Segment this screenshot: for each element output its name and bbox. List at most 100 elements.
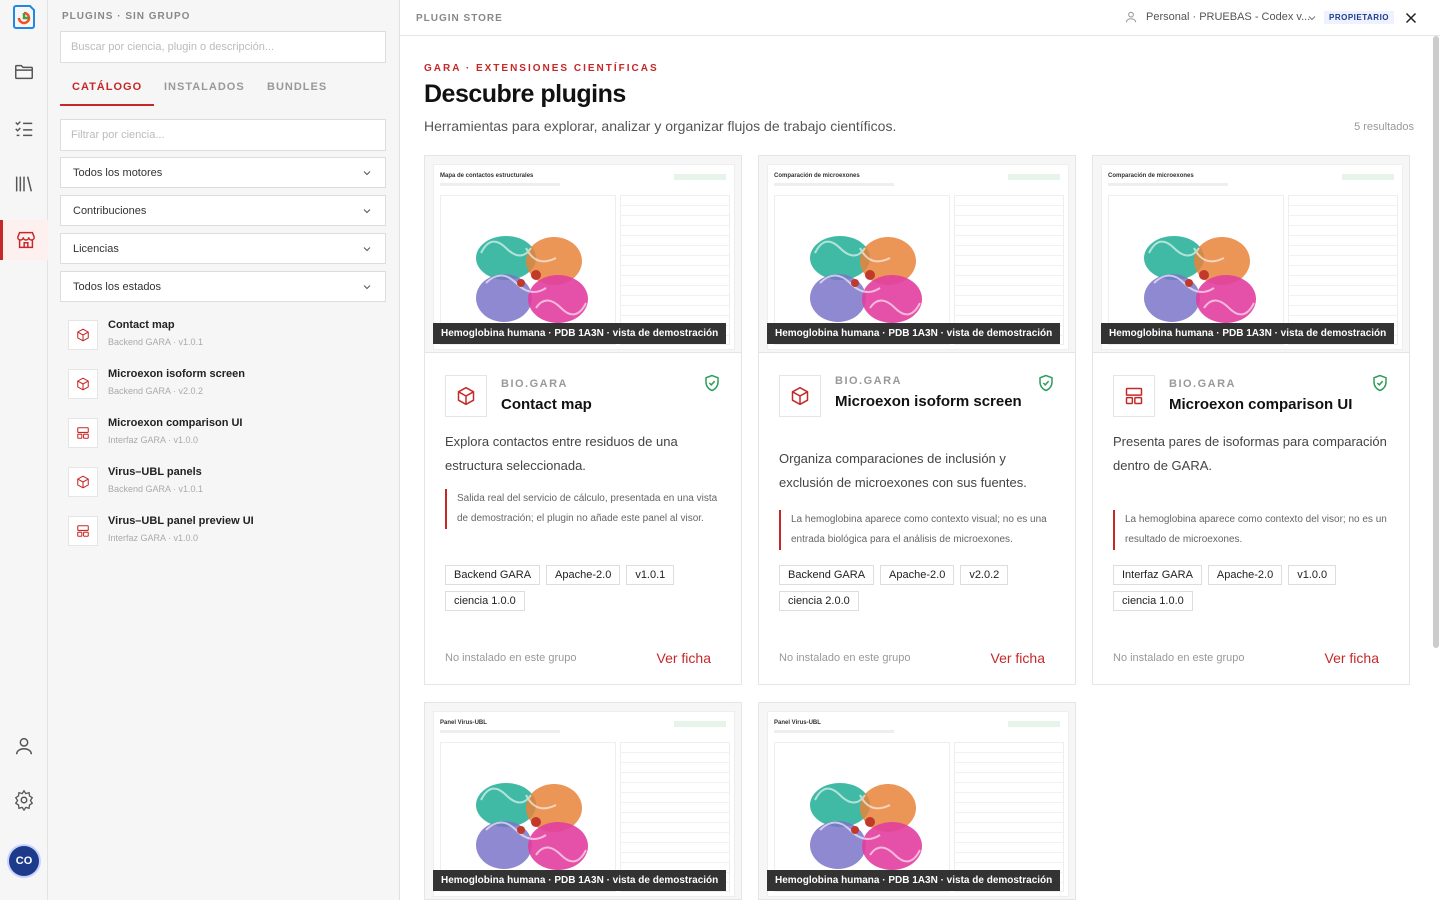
plugin-icon bbox=[445, 375, 487, 417]
plugin-name: Microexon comparison UI bbox=[1169, 396, 1353, 413]
plugin-meta: Backend GARA · v1.0.1 bbox=[108, 484, 204, 494]
nav-rail: CO bbox=[0, 0, 48, 900]
card-preview: Mapa de contactos estructurales Hemoglob… bbox=[425, 156, 741, 353]
layout-icon bbox=[1124, 386, 1144, 406]
app-logo-icon[interactable] bbox=[12, 4, 36, 30]
preview-caption: Hemoglobina humana · PDB 1A3N · vista de… bbox=[433, 323, 727, 344]
protein-structure-icon bbox=[800, 770, 930, 880]
preview-caption: Hemoglobina humana · PDB 1A3N · vista de… bbox=[433, 870, 727, 891]
chevron-down-icon bbox=[361, 243, 373, 255]
scrollbar[interactable] bbox=[1433, 36, 1439, 648]
tag-chip: Backend GARA bbox=[779, 565, 875, 585]
tag-chip: ciencia 2.0.0 bbox=[779, 591, 859, 611]
store-icon bbox=[16, 231, 35, 249]
cube-icon bbox=[790, 386, 810, 406]
verified-shield-icon bbox=[1037, 374, 1055, 392]
publisher: BIO.GARA bbox=[835, 375, 902, 387]
publisher: BIO.GARA bbox=[1169, 378, 1236, 390]
tag-chip: ciencia 1.0.0 bbox=[1113, 591, 1193, 611]
tag-list: Backend GARA Apache-2.0 v1.0.1 ciencia 1… bbox=[445, 565, 735, 611]
protein-structure-icon bbox=[800, 223, 930, 333]
plugin-icon bbox=[779, 375, 821, 417]
plugin-name: Virus–UBL panel preview UI bbox=[108, 515, 254, 527]
install-status: No instalado en este grupo bbox=[1113, 652, 1245, 664]
cube-icon bbox=[456, 386, 476, 406]
cube-icon bbox=[76, 475, 90, 489]
plugin-sidebar: PLUGINS · SIN GRUPO Buscar por ciencia, … bbox=[48, 0, 400, 900]
licenses-select[interactable]: Licencias bbox=[60, 233, 386, 264]
plugin-description: Explora contactos entre residuos de una … bbox=[445, 434, 678, 473]
rail-folder-button[interactable] bbox=[0, 52, 48, 92]
tag-chip: Apache-2.0 bbox=[880, 565, 955, 585]
preview-tag bbox=[674, 174, 726, 180]
plugin-description: Presenta pares de isoformas para compara… bbox=[1113, 434, 1387, 473]
close-icon[interactable] bbox=[1402, 9, 1420, 27]
rail-tasks-button[interactable] bbox=[0, 108, 48, 148]
eyebrow: GARA · EXTENSIONES CIENTÍFICAS bbox=[424, 63, 659, 74]
preview-tag bbox=[1342, 174, 1394, 180]
view-details-link[interactable]: Ver ficha bbox=[1325, 650, 1379, 666]
plugin-card-virus-ubl-panel-preview-ui[interactable]: Panel Virus-UBL Hemoglobina humana · PDB… bbox=[758, 702, 1076, 900]
cube-icon bbox=[76, 328, 90, 342]
preview-title: Panel Virus-UBL bbox=[440, 720, 487, 726]
workspace-selector[interactable]: Personal · PRUEBAS - Codex v... bbox=[1124, 10, 1310, 24]
plugin-meta: Backend GARA · v2.0.2 bbox=[108, 386, 204, 396]
role-badge: PROPIETARIO bbox=[1324, 11, 1395, 24]
install-status: No instalado en este grupo bbox=[779, 652, 911, 664]
preview-tag bbox=[1008, 721, 1060, 727]
plugin-card-contact-map[interactable]: Mapa de contactos estructurales Hemoglob… bbox=[424, 155, 742, 685]
plugin-name: Contact map bbox=[108, 319, 175, 331]
rail-profile-button[interactable] bbox=[0, 726, 48, 766]
view-details-link[interactable]: Ver ficha bbox=[657, 650, 711, 666]
plugin-card-microexon-isoform-screen[interactable]: Comparación de microexones Hemoglobina h… bbox=[758, 155, 1076, 685]
status-select[interactable]: Todos los estados bbox=[60, 271, 386, 302]
tab-catalogo[interactable]: CATÁLOGO bbox=[60, 76, 155, 106]
plugin-name: Microexon isoform screen bbox=[835, 393, 1022, 410]
list-item[interactable]: Microexon comparison UI Interfaz GARA · … bbox=[68, 414, 384, 454]
card-preview: Comparación de microexones Hemoglobina h… bbox=[759, 156, 1075, 353]
card-preview: Panel Virus-UBL Hemoglobina humana · PDB… bbox=[425, 703, 741, 900]
rail-settings-button[interactable] bbox=[0, 780, 48, 820]
list-item[interactable]: Microexon isoform screen Backend GARA · … bbox=[68, 365, 384, 405]
preview-title: Panel Virus-UBL bbox=[774, 720, 821, 726]
tag-chip: Apache-2.0 bbox=[1207, 565, 1283, 585]
tag-list: Backend GARA Apache-2.0 v2.0.2 ciencia 2… bbox=[779, 565, 1069, 611]
chevron-down-icon bbox=[361, 205, 373, 217]
science-filter-input[interactable]: Filtrar por ciencia... bbox=[60, 119, 386, 151]
preview-title: Mapa de contactos estructurales bbox=[440, 173, 534, 179]
rail-library-button[interactable] bbox=[0, 164, 48, 204]
engine-select[interactable]: Todos los motores bbox=[60, 157, 386, 188]
checklist-icon bbox=[15, 121, 33, 137]
engine-select-value: Todos los motores bbox=[73, 166, 163, 179]
plugin-note: La hemoglobina aparece como contexto del… bbox=[1113, 510, 1393, 550]
plugin-name: Contact map bbox=[501, 396, 592, 413]
tab-instalados[interactable]: INSTALADOS bbox=[152, 76, 257, 106]
layout-icon bbox=[76, 426, 90, 440]
contributions-select[interactable]: Contribuciones bbox=[60, 195, 386, 226]
plugin-card-virus-ubl-panels[interactable]: Panel Virus-UBL Hemoglobina humana · PDB… bbox=[424, 702, 742, 900]
sidebar-tabs: CATÁLOGO INSTALADOS BUNDLES bbox=[60, 76, 386, 106]
avatar[interactable]: CO bbox=[9, 846, 39, 876]
view-details-link[interactable]: Ver ficha bbox=[991, 650, 1045, 666]
verified-shield-icon bbox=[703, 374, 721, 392]
tab-bundles[interactable]: BUNDLES bbox=[255, 76, 339, 106]
preview-title: Comparación de microexones bbox=[774, 173, 860, 179]
plugin-icon bbox=[68, 418, 98, 448]
list-item[interactable]: Virus–UBL panel preview UI Interfaz GARA… bbox=[68, 512, 384, 552]
list-item[interactable]: Contact map Backend GARA · v1.0.1 bbox=[68, 316, 384, 356]
plugin-meta: Interfaz GARA · v1.0.0 bbox=[108, 435, 199, 445]
cube-icon bbox=[76, 377, 90, 391]
chevron-down-icon[interactable] bbox=[1306, 12, 1318, 24]
plugin-icon bbox=[68, 369, 98, 399]
plugin-icon bbox=[68, 516, 98, 546]
list-item[interactable]: Virus–UBL panels Backend GARA · v1.0.1 bbox=[68, 463, 384, 503]
plugin-card-microexon-comparison-ui[interactable]: Comparación de microexones Hemoglobina h… bbox=[1092, 155, 1410, 685]
rail-store-button[interactable] bbox=[0, 220, 48, 260]
top-bar: PLUGIN STORE Personal · PRUEBAS - Codex … bbox=[400, 0, 1440, 36]
preview-caption: Hemoglobina humana · PDB 1A3N · vista de… bbox=[767, 870, 1061, 891]
preview-caption: Hemoglobina humana · PDB 1A3N · vista de… bbox=[767, 323, 1061, 344]
preview-title: Comparación de microexones bbox=[1108, 173, 1194, 179]
plugin-meta: Interfaz GARA · v1.0.0 bbox=[108, 533, 199, 543]
plugin-search-input[interactable]: Buscar por ciencia, plugin o descripción… bbox=[60, 31, 386, 63]
plugin-note: La hemoglobina aparece como contexto vis… bbox=[779, 510, 1059, 550]
